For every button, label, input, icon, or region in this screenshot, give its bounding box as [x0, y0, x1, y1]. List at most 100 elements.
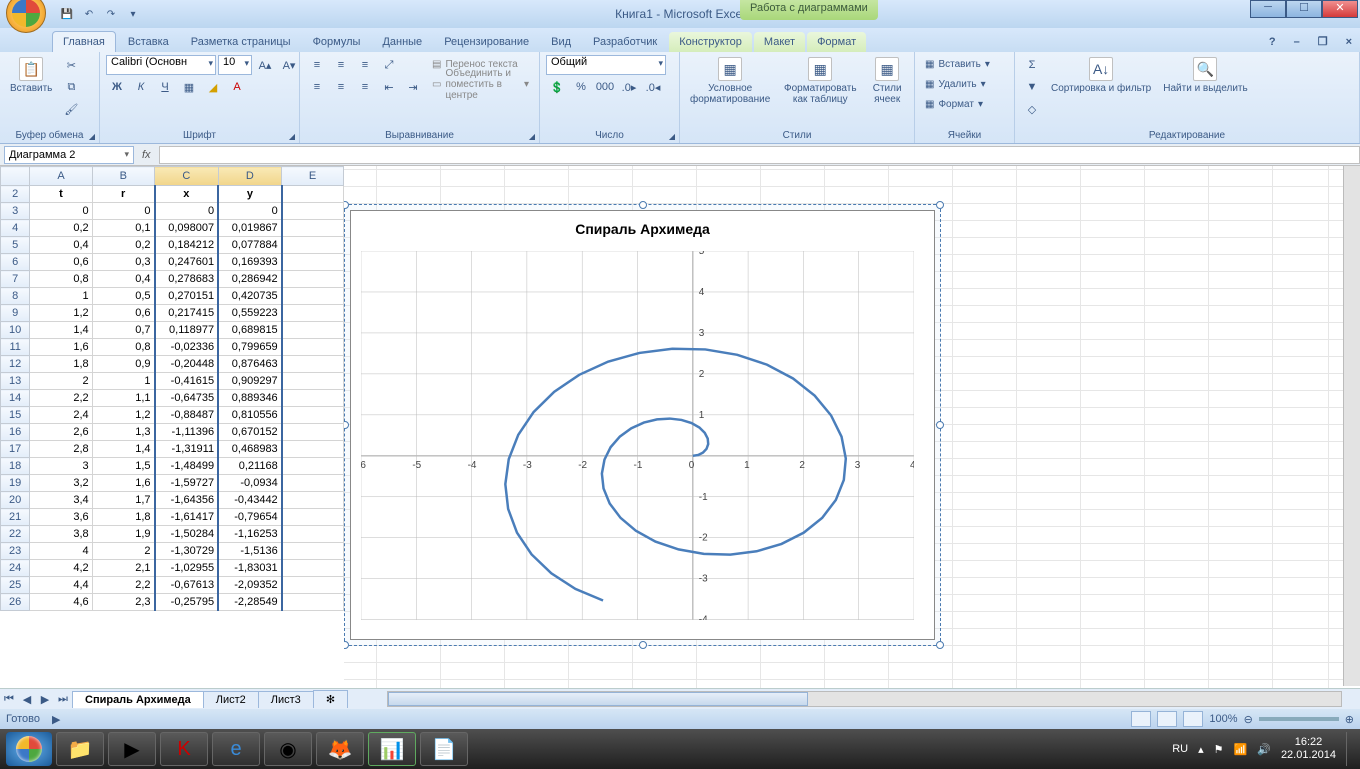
taskbar-media-icon[interactable]: ▶: [108, 732, 156, 766]
row-header[interactable]: 14: [1, 390, 30, 407]
cell[interactable]: 0,278683: [155, 271, 219, 288]
cell[interactable]: 2: [30, 373, 92, 390]
cell[interactable]: 0,217415: [155, 305, 219, 322]
cell[interactable]: 0,7: [92, 322, 154, 339]
cell[interactable]: 0,420735: [218, 288, 282, 305]
close-button[interactable]: ✕: [1322, 0, 1358, 18]
align-bottom-icon[interactable]: ≡: [354, 55, 376, 75]
cell[interactable]: 3,8: [30, 526, 92, 543]
taskbar-word-icon[interactable]: 📄: [420, 732, 468, 766]
cell[interactable]: 1,8: [30, 356, 92, 373]
cell[interactable]: r: [92, 186, 154, 203]
row-header[interactable]: 21: [1, 509, 30, 526]
maximize-button[interactable]: ☐: [1286, 0, 1322, 18]
cell[interactable]: 0,5: [92, 288, 154, 305]
cell[interactable]: 0,019867: [218, 220, 282, 237]
row-header[interactable]: 24: [1, 560, 30, 577]
cell-styles-button[interactable]: ▦Стили ячеек: [866, 55, 908, 107]
cell[interactable]: 2,4: [30, 407, 92, 424]
cell[interactable]: [282, 186, 344, 203]
cell[interactable]: [282, 288, 344, 305]
cell[interactable]: 1,5: [92, 458, 154, 475]
row-header[interactable]: 6: [1, 254, 30, 271]
cell[interactable]: -1,02955: [155, 560, 219, 577]
cell[interactable]: 0,468983: [218, 441, 282, 458]
sheet-nav-first-icon[interactable]: ⏮: [0, 693, 18, 706]
save-icon[interactable]: 💾: [58, 5, 76, 23]
cell[interactable]: 0,9: [92, 356, 154, 373]
align-top-icon[interactable]: ≡: [306, 55, 328, 75]
cell[interactable]: -1,59727: [155, 475, 219, 492]
cell[interactable]: 0,1: [92, 220, 154, 237]
percent-icon[interactable]: %: [570, 77, 592, 97]
cell[interactable]: [282, 237, 344, 254]
orientation-icon[interactable]: ⤢: [378, 55, 400, 75]
zoom-level[interactable]: 100%: [1209, 713, 1237, 725]
cell[interactable]: -0,43442: [218, 492, 282, 509]
zoom-out-icon[interactable]: ⊖: [1244, 713, 1253, 726]
cell[interactable]: -1,30729: [155, 543, 219, 560]
font-color-icon[interactable]: A: [226, 77, 248, 97]
cell[interactable]: 1: [92, 373, 154, 390]
cell[interactable]: [282, 509, 344, 526]
cell[interactable]: -1,5136: [218, 543, 282, 560]
resize-handle[interactable]: [936, 201, 944, 209]
cell[interactable]: 1,2: [30, 305, 92, 322]
cell[interactable]: 0,810556: [218, 407, 282, 424]
cell[interactable]: -0,67613: [155, 577, 219, 594]
vertical-scrollbar[interactable]: [1343, 166, 1360, 686]
taskbar-excel-icon[interactable]: 📊: [368, 732, 416, 766]
col-header-B[interactable]: B: [92, 167, 154, 186]
row-header[interactable]: 13: [1, 373, 30, 390]
view-layout-icon[interactable]: [1157, 711, 1177, 727]
name-box[interactable]: Диаграмма 2▾: [4, 146, 134, 164]
row-header[interactable]: 25: [1, 577, 30, 594]
font-family-combo[interactable]: Calibri (Основн: [106, 55, 216, 75]
row-header[interactable]: 3: [1, 203, 30, 220]
view-break-icon[interactable]: [1183, 711, 1203, 727]
autosum-icon[interactable]: Σ: [1021, 55, 1043, 75]
row-header[interactable]: 11: [1, 339, 30, 356]
cell[interactable]: 0,270151: [155, 288, 219, 305]
cell[interactable]: -1,61417: [155, 509, 219, 526]
italic-icon[interactable]: К: [130, 77, 152, 97]
cell[interactable]: 1,6: [30, 339, 92, 356]
taskbar-ie-icon[interactable]: e: [212, 732, 260, 766]
row-header[interactable]: 4: [1, 220, 30, 237]
cell[interactable]: 4,6: [30, 594, 92, 611]
cell[interactable]: 0,2: [30, 220, 92, 237]
row-header[interactable]: 12: [1, 356, 30, 373]
cell[interactable]: 1,2: [92, 407, 154, 424]
increase-font-icon[interactable]: A▴: [254, 55, 276, 75]
taskbar-kaspersky-icon[interactable]: K: [160, 732, 208, 766]
cell[interactable]: -0,64735: [155, 390, 219, 407]
cell[interactable]: 4,2: [30, 560, 92, 577]
cell[interactable]: 0,247601: [155, 254, 219, 271]
row-header[interactable]: 19: [1, 475, 30, 492]
align-right-icon[interactable]: ≡: [354, 77, 376, 97]
cell[interactable]: 0: [92, 203, 154, 220]
decrease-font-icon[interactable]: A▾: [278, 55, 300, 75]
window-close-icon[interactable]: ×: [1338, 32, 1360, 52]
cell[interactable]: -2,09352: [218, 577, 282, 594]
cell[interactable]: [282, 543, 344, 560]
redo-icon[interactable]: ↷: [102, 5, 120, 23]
sheet-tab-2[interactable]: Лист2: [203, 691, 259, 708]
cell[interactable]: 1,4: [92, 441, 154, 458]
format-painter-icon[interactable]: 🖌: [60, 99, 82, 119]
increase-indent-icon[interactable]: ⇥: [402, 77, 424, 97]
cell[interactable]: -1,31911: [155, 441, 219, 458]
delete-cells-button[interactable]: ▦ Удалить ▾: [921, 75, 990, 93]
cell[interactable]: 0,21168: [218, 458, 282, 475]
help-icon[interactable]: ?: [1261, 32, 1284, 52]
cell[interactable]: [282, 526, 344, 543]
cell[interactable]: 2,2: [92, 577, 154, 594]
sheet-tab-1[interactable]: Спираль Архимеда: [72, 691, 204, 708]
cell[interactable]: -0,88487: [155, 407, 219, 424]
show-desktop-button[interactable]: [1346, 732, 1354, 766]
col-header-C[interactable]: C: [155, 167, 219, 186]
cell[interactable]: [282, 305, 344, 322]
row-header[interactable]: 17: [1, 441, 30, 458]
cell[interactable]: 4,4: [30, 577, 92, 594]
tray-lang[interactable]: RU: [1172, 743, 1188, 755]
